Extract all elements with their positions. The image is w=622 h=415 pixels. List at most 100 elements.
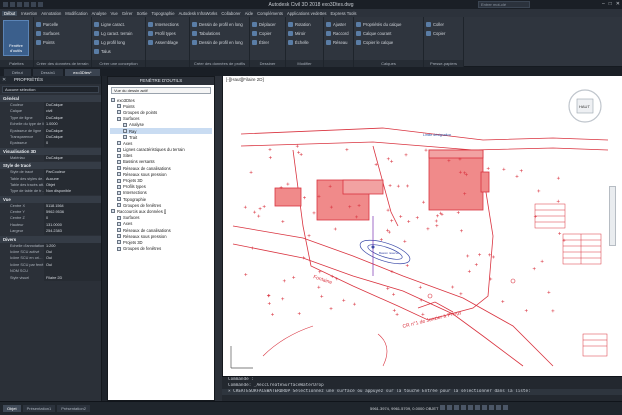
properties-section-header[interactable]: Visualisation 3D xyxy=(0,147,101,155)
osnap-toggle-icon[interactable] xyxy=(468,405,473,410)
ribbon-button[interactable]: Raccord xyxy=(326,29,351,38)
menu-item[interactable]: Applications vedettes xyxy=(287,11,327,16)
properties-section-header[interactable]: Style de tracé xyxy=(0,162,101,170)
ribbon-button[interactable]: Intersections xyxy=(148,20,187,29)
maximize-button[interactable]: □ xyxy=(609,1,612,7)
toolspace-button[interactable]: Fenêtre d'outils xyxy=(3,20,29,56)
toolspace-view-dropdown[interactable]: Vue du dessin actif xyxy=(111,87,211,94)
ribbon-button[interactable]: Profil types xyxy=(148,29,187,38)
drawing-canvas[interactable]: Limite désignation CR n°1 de Jonzier à P… xyxy=(223,76,622,376)
ribbon-button[interactable]: Ajuster xyxy=(326,20,351,29)
ribbon-button[interactable]: Échelle xyxy=(288,38,321,47)
viewcube[interactable]: HAUT xyxy=(568,89,602,123)
property-row[interactable]: Matériau DuCalque xyxy=(0,154,101,162)
otrack-toggle-icon[interactable] xyxy=(475,405,480,410)
ribbon-button[interactable]: Lg caract. terrain xyxy=(94,29,143,38)
ribbon-button[interactable]: Miroir xyxy=(288,29,321,38)
lineweight-toggle-icon[interactable] xyxy=(482,405,487,410)
ribbon-button[interactable]: Talus xyxy=(94,47,143,56)
menu-item[interactable]: Collaborer xyxy=(221,11,240,16)
annotation-scale-icon[interactable] xyxy=(489,405,494,410)
survey-point xyxy=(547,290,551,294)
property-row[interactable]: Largeur 254.2383 xyxy=(0,228,101,235)
ribbon-button[interactable]: Assemblage xyxy=(148,38,187,47)
menu-item[interactable]: Modification xyxy=(65,11,87,16)
properties-section-header[interactable]: Vue xyxy=(0,195,101,203)
survey-point xyxy=(519,169,523,173)
close-icon[interactable]: ✕ xyxy=(2,76,6,84)
ribbon-button[interactable]: Copier xyxy=(426,29,461,38)
property-value[interactable]: 254.2383 xyxy=(44,228,101,235)
command-line[interactable]: Commande : Commande: _AeccCreateSurfaceW… xyxy=(222,376,622,401)
workspace-icon[interactable] xyxy=(496,405,501,410)
building-3[interactable] xyxy=(428,149,484,211)
grid-toggle-icon[interactable] xyxy=(440,405,445,410)
properties-section-header[interactable]: Divers xyxy=(0,235,101,243)
building-3-roof[interactable] xyxy=(428,149,484,159)
ribbon-button[interactable]: Copier le calque xyxy=(356,38,421,47)
menu-item[interactable]: Analyse xyxy=(92,11,107,16)
building-2[interactable] xyxy=(274,187,302,207)
survey-point xyxy=(244,273,248,277)
menu-item[interactable]: Vue xyxy=(111,11,118,16)
tree-node-icon xyxy=(117,116,121,121)
ribbon-button[interactable]: Calque courant xyxy=(356,29,421,38)
properties-section-header[interactable]: Général xyxy=(0,95,101,102)
ribbon-button[interactable]: Propriétés du calque xyxy=(356,20,421,29)
document-tab[interactable]: Dessin1 xyxy=(32,69,64,76)
ribbon-button[interactable]: Rotation xyxy=(288,20,321,29)
drawing-area[interactable]: [-][Haut][Filaire 2D] Limite désignation… xyxy=(222,76,622,376)
ribbon-button[interactable]: Lg profil long xyxy=(94,38,143,47)
property-row[interactable]: Type de table de tr… Non disponible xyxy=(0,188,101,195)
command-prompt[interactable]: × CREATESURFACEWATERDROP Sélectionnez un… xyxy=(222,389,622,395)
selection-dropdown[interactable]: Aucune sélection xyxy=(2,86,99,93)
menu-item[interactable]: Insertion xyxy=(21,11,37,16)
survey-point xyxy=(418,285,422,289)
close-button[interactable]: ✕ xyxy=(616,1,620,7)
survey-point xyxy=(297,150,301,154)
menu-item[interactable]: Gérer xyxy=(122,11,133,16)
layout-tab[interactable]: Objet xyxy=(3,405,21,412)
menu-item[interactable]: Autodesk InfraWorks xyxy=(179,11,218,16)
menu-item[interactable]: Sortie xyxy=(137,11,148,16)
layout-tab[interactable]: Présentation1 xyxy=(22,405,56,412)
tree-item[interactable]: Groupes de fenêtres xyxy=(110,246,212,252)
menu-item[interactable]: Compléments xyxy=(257,11,283,16)
document-tab[interactable]: exo3Dtes* xyxy=(65,69,100,76)
property-row[interactable]: Style visuel Filaire 2D xyxy=(0,274,101,281)
search-input[interactable]: Entrer mot-clé xyxy=(478,1,530,8)
property-row[interactable]: Epaisseur 0 xyxy=(0,140,101,147)
ribbon-button[interactable]: Étirer xyxy=(252,38,283,47)
property-value[interactable]: DuCalque xyxy=(44,154,101,162)
menu-item[interactable]: Express Tools xyxy=(331,11,357,16)
ribbon-button[interactable]: Réseau xyxy=(326,38,351,47)
property-value[interactable]: Filaire 2D xyxy=(44,274,101,281)
ribbon-button[interactable]: Déplacer xyxy=(252,20,283,29)
property-value[interactable]: Non disponible xyxy=(44,188,101,195)
menu-item[interactable]: Annotation xyxy=(41,11,61,16)
building-3-annex[interactable] xyxy=(480,171,490,193)
toolspace-side-tabs[interactable] xyxy=(215,76,222,401)
ribbon-button[interactable]: Dessin de profil en long xyxy=(192,38,247,47)
ortho-toggle-icon[interactable] xyxy=(454,405,459,410)
minimize-button[interactable]: – xyxy=(602,1,605,7)
ribbon-button[interactable]: Tabulations xyxy=(192,29,247,38)
ribbon-button[interactable]: Dessin de profil en long xyxy=(192,20,247,29)
document-tab[interactable]: Début xyxy=(4,69,31,76)
ribbon-button[interactable]: Ligne caract. xyxy=(94,20,143,29)
menu-item[interactable]: Aide xyxy=(245,11,253,16)
menu-item[interactable]: Topographie xyxy=(152,11,175,16)
property-value[interactable]: 0 xyxy=(44,140,101,147)
ribbon-button[interactable]: Points xyxy=(36,38,89,47)
layout-tab[interactable]: Présentation2 xyxy=(57,405,90,412)
building-1-annex[interactable] xyxy=(342,179,384,195)
ribbon-button[interactable]: Surfaces xyxy=(36,29,89,38)
snap-toggle-icon[interactable] xyxy=(447,405,452,410)
ribbon-button[interactable]: Copier xyxy=(252,29,283,38)
polar-toggle-icon[interactable] xyxy=(461,405,466,410)
customize-icon[interactable] xyxy=(503,405,508,410)
menu-item[interactable]: Début xyxy=(2,10,18,16)
ribbon-button[interactable]: Parcelle xyxy=(36,20,89,29)
navigation-bar[interactable] xyxy=(609,186,616,246)
ribbon-button[interactable]: Coller xyxy=(426,20,461,29)
